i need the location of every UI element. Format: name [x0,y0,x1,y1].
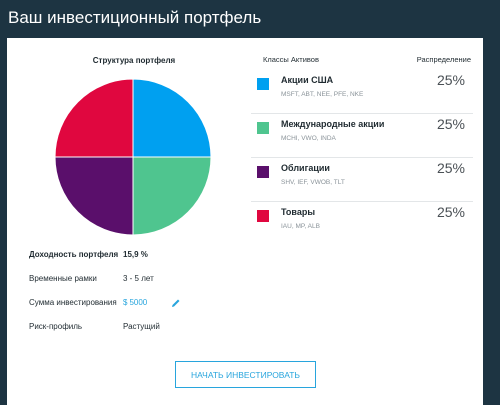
currency-symbol: $ [123,298,128,307]
asset-tickers: SHV, IEF, VWOB, TLT [281,179,345,186]
distribution-header-label: Распределение [416,55,471,64]
color-swatch [257,166,269,178]
pie-slice-0 [132,79,211,158]
stat-risk: Риск-профиль Растущий [29,320,239,334]
asset-name: Акции США [281,75,334,85]
asset-row-intl-stocks: Международные акции MCHI, VWO, INDA 25% [251,114,473,158]
yield-value: 15,9 % [123,250,148,259]
asset-row-commodities: Товары IAU, MP, ALB 25% [251,202,473,246]
page-title: Ваш инвестиционный портфель [8,8,262,27]
yield-label: Доходность портфеля [29,250,119,259]
classes-header-label: Классы Активов [263,55,319,64]
start-investing-button[interactable]: НАЧАТЬ ИНВЕСТИРОВАТЬ [175,361,316,388]
horizon-label: Временные рамки [29,274,97,283]
portfolio-pie-chart [55,79,211,235]
amount-field[interactable]: $ 5000 [123,296,181,310]
asset-tickers: IAU, MP, ALB [281,223,320,230]
asset-percent: 25% [436,204,465,220]
asset-name: Товары [281,207,316,217]
asset-tickers: MCHI, VWO, INDA [281,135,336,142]
asset-table-header: Классы Активов Распределение [263,55,471,64]
risk-value: Растущий [123,322,160,331]
amount-value[interactable]: 5000 [129,296,147,310]
stat-horizon: Временные рамки 3 - 5 лет [29,272,239,286]
risk-label: Риск-профиль [29,322,83,331]
pencil-icon[interactable] [171,298,181,308]
asset-name: Международные акции [281,119,385,129]
pie-slice-3 [55,79,134,158]
color-swatch [257,78,269,90]
chart-title: Структура портфеля [92,56,176,65]
stat-yield: Доходность портфеля 15,9 % [29,248,239,262]
asset-name: Облигации [281,163,330,173]
stat-amount: Сумма инвестирования $ 5000 [29,296,239,310]
asset-row-bonds: Облигации SHV, IEF, VWOB, TLT 25% [251,158,473,202]
color-swatch [257,122,269,134]
color-swatch [257,210,269,222]
portfolio-card: Структура портфеля Доходность портфеля 1… [7,38,483,405]
horizon-value: 3 - 5 лет [123,274,154,283]
pie-slice-1 [132,156,211,235]
asset-percent: 25% [436,160,465,176]
amount-label: Сумма инвестирования [29,298,117,307]
portfolio-stats: Доходность портфеля 15,9 % Временные рам… [29,248,239,344]
asset-percent: 25% [436,116,465,132]
pie-slice-2 [55,156,134,235]
asset-tickers: MSFT, ABT, NEE, PFE, NKE [281,91,364,98]
asset-percent: 25% [436,72,465,88]
asset-row-us-stocks: Акции США MSFT, ABT, NEE, PFE, NKE 25% [251,70,473,114]
